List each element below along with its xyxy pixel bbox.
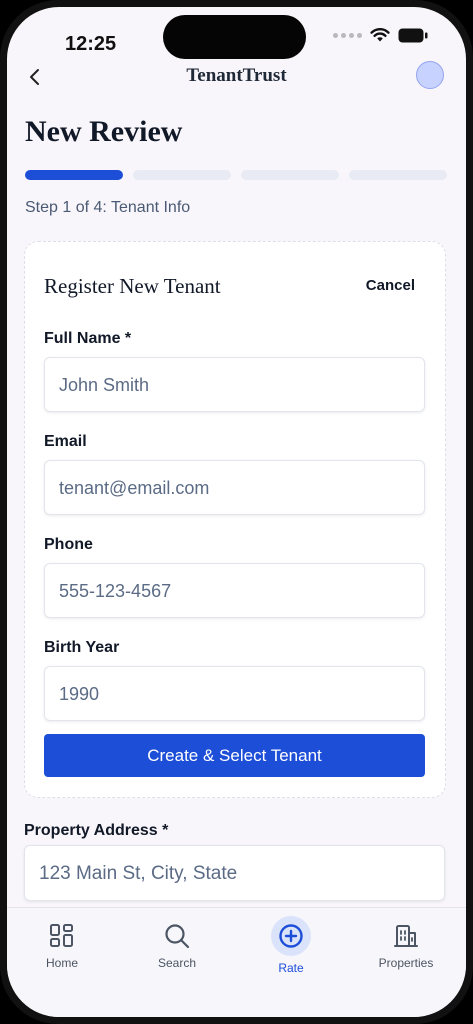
cancel-button[interactable]: Cancel (366, 277, 415, 294)
step-progress (25, 170, 447, 180)
full-name-label: Full Name * (44, 330, 132, 347)
birth-year-input[interactable]: 1990 (44, 666, 425, 721)
phone-frame: 12:25 TenantTrust New Review Step 1 of 4… (0, 0, 473, 1024)
tab-rate[interactable]: Rate (236, 908, 346, 988)
register-tenant-card: Register New Tenant Cancel Full Name * J… (24, 241, 446, 798)
phone-label: Phone (44, 536, 93, 553)
grid-icon (50, 924, 73, 947)
full-name-input[interactable]: John Smith (44, 357, 425, 412)
tab-search[interactable]: Search (122, 908, 232, 988)
tab-label-home: Home (45, 956, 78, 970)
tab-label-search: Search (157, 956, 197, 970)
birth-year-label: Birth Year (44, 639, 120, 656)
tab-properties[interactable]: Properties (351, 908, 461, 988)
app-screen: 12:25 TenantTrust New Review Step 1 of 4… (7, 7, 466, 1017)
dynamic-island (163, 15, 306, 59)
step-label: Step 1 of 4: Tenant Info (25, 199, 191, 216)
status-indicators (333, 27, 428, 43)
avatar[interactable] (416, 61, 444, 89)
building-icon (394, 925, 418, 947)
app-title: TenantTrust (186, 65, 287, 86)
progress-segment-2 (133, 170, 231, 180)
progress-segment-1 (25, 170, 123, 180)
search-icon (165, 924, 190, 949)
progress-segment-3 (241, 170, 339, 180)
phone-input[interactable]: 555-123-4567 (44, 563, 425, 618)
property-address-label: Property Address * (24, 822, 169, 839)
page-title: New Review (25, 115, 183, 148)
email-label: Email (44, 433, 87, 450)
battery-icon (398, 28, 428, 42)
signal-icon (333, 32, 362, 38)
plus-circle-icon (279, 924, 303, 948)
email-input[interactable]: tenant@email.com (44, 460, 425, 515)
wifi-icon (370, 28, 390, 42)
tab-label-properties: Properties (378, 956, 434, 970)
tab-label-rate: Rate (278, 961, 304, 975)
card-title: Register New Tenant (44, 274, 221, 298)
property-address-input[interactable]: 123 Main St, City, State (24, 845, 445, 901)
create-select-tenant-button[interactable]: Create & Select Tenant (44, 734, 425, 777)
bottom-tab-bar: Home Search Rate Properties (7, 907, 466, 1017)
tab-home[interactable]: Home (7, 908, 117, 988)
progress-segment-4 (349, 170, 447, 180)
status-time: 12:25 (65, 33, 117, 55)
